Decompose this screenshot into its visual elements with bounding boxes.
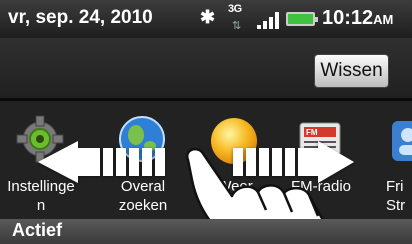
section-title: Actief xyxy=(12,220,63,240)
clear-button[interactable]: Wissen xyxy=(314,54,389,88)
network-type-label: 3G xyxy=(228,3,242,15)
app-label: Instellinge n xyxy=(7,178,75,214)
status-clock: 10:12AM xyxy=(322,7,393,30)
gear-icon xyxy=(16,115,64,163)
app-settings[interactable]: Instellinge n xyxy=(0,101,86,219)
bluetooth-icon: ✱ xyxy=(200,7,216,27)
svg-text:FM: FM xyxy=(306,128,318,137)
3g-data-icon: 3G ⇅ xyxy=(228,2,250,34)
globe-search-icon xyxy=(119,116,165,162)
app-label: Weer xyxy=(217,178,253,195)
clock-ampm: AM xyxy=(373,12,394,27)
app-search[interactable]: Overal zoeken xyxy=(98,101,188,219)
status-bar: vr, sep. 24, 2010 ✱ 3G ⇅ 10:12AM xyxy=(0,0,412,38)
app-label: Fri Str xyxy=(386,178,406,214)
sun-weather-icon xyxy=(211,118,257,164)
app-weather[interactable]: Weer xyxy=(190,101,280,219)
battery-icon xyxy=(286,12,318,26)
app-fm-radio[interactable]: FM FM-radio xyxy=(276,101,366,219)
app-label: Overal zoeken xyxy=(118,178,168,214)
app-friend-stream[interactable]: Fri Str xyxy=(356,101,412,219)
signal-strength-icon xyxy=(257,11,279,29)
app-label: FM-radio xyxy=(290,178,351,195)
clock-time: 10:12 xyxy=(322,7,374,29)
fm-radio-icon: FM xyxy=(299,122,341,156)
android-screen: vr, sep. 24, 2010 ✱ 3G ⇅ 10:12AM Wissen xyxy=(0,0,412,244)
section-header-active: Actief xyxy=(0,219,412,244)
friend-stream-icon xyxy=(392,121,412,161)
app-icon-strip[interactable]: Instellinge n Overal zoeken Weer FM FM-r… xyxy=(0,101,412,219)
status-date: vr, sep. 24, 2010 xyxy=(8,7,153,28)
network-activity-icon: ⇅ xyxy=(232,20,242,32)
